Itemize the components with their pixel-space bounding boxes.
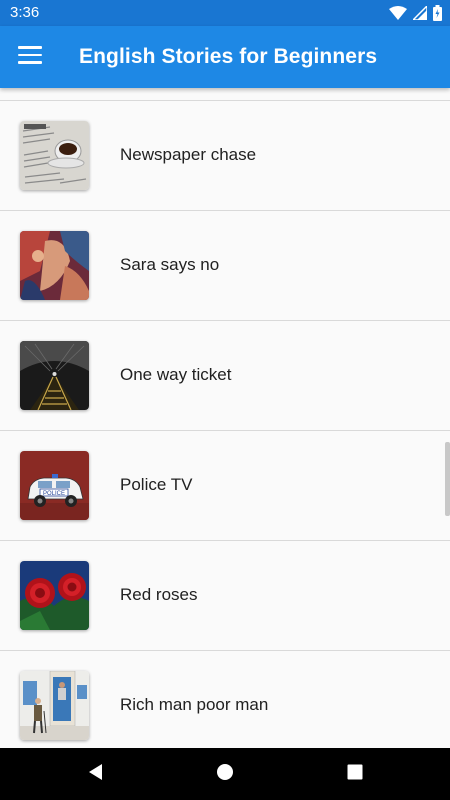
status-bar: 3:36 [0,0,450,26]
home-icon[interactable] [216,762,234,782]
recents-icon[interactable] [346,762,364,782]
back-icon[interactable] [86,762,104,782]
list-scrollbar[interactable] [445,442,450,516]
app-bar: English Stories for Beginners [0,26,450,88]
list-item[interactable]: Red roses [0,541,450,651]
svg-text:POLICE: POLICE [43,491,65,497]
signal-icon [413,6,427,20]
list-top-partial [0,88,450,101]
list-item[interactable]: Rich man poor man [0,651,450,748]
story-title: One way ticket [120,365,232,384]
railway-tunnel-image [20,341,89,410]
story-title: Newspaper chase [120,145,257,164]
story-title: Rich man poor man [120,695,269,714]
story-title: Police TV [120,475,193,494]
police-car-image: POLICE [20,451,89,520]
list-item[interactable]: One way ticket [0,321,450,431]
app-title: English Stories for Beginners [79,45,378,68]
list-item[interactable]: Sara says no [0,211,450,321]
old-man-street-image [20,671,89,740]
status-icons [389,4,442,22]
hamburger-menu-icon[interactable] [18,46,42,66]
newspaper-coffee-image [20,121,89,190]
painting-image [20,231,89,300]
wifi-icon [389,6,407,20]
navigation-bar [0,748,450,800]
story-title: Red roses [120,585,198,604]
story-title: Sara says no [120,255,220,274]
story-list[interactable]: Newspaper chase Sara says no One way tic… [0,88,450,748]
red-roses-image [20,561,89,630]
status-time: 3:36 [10,4,40,21]
list-item[interactable]: Newspaper chase [0,101,450,211]
list-item[interactable]: POLICE Police TV [0,431,450,541]
battery-icon [433,5,442,21]
